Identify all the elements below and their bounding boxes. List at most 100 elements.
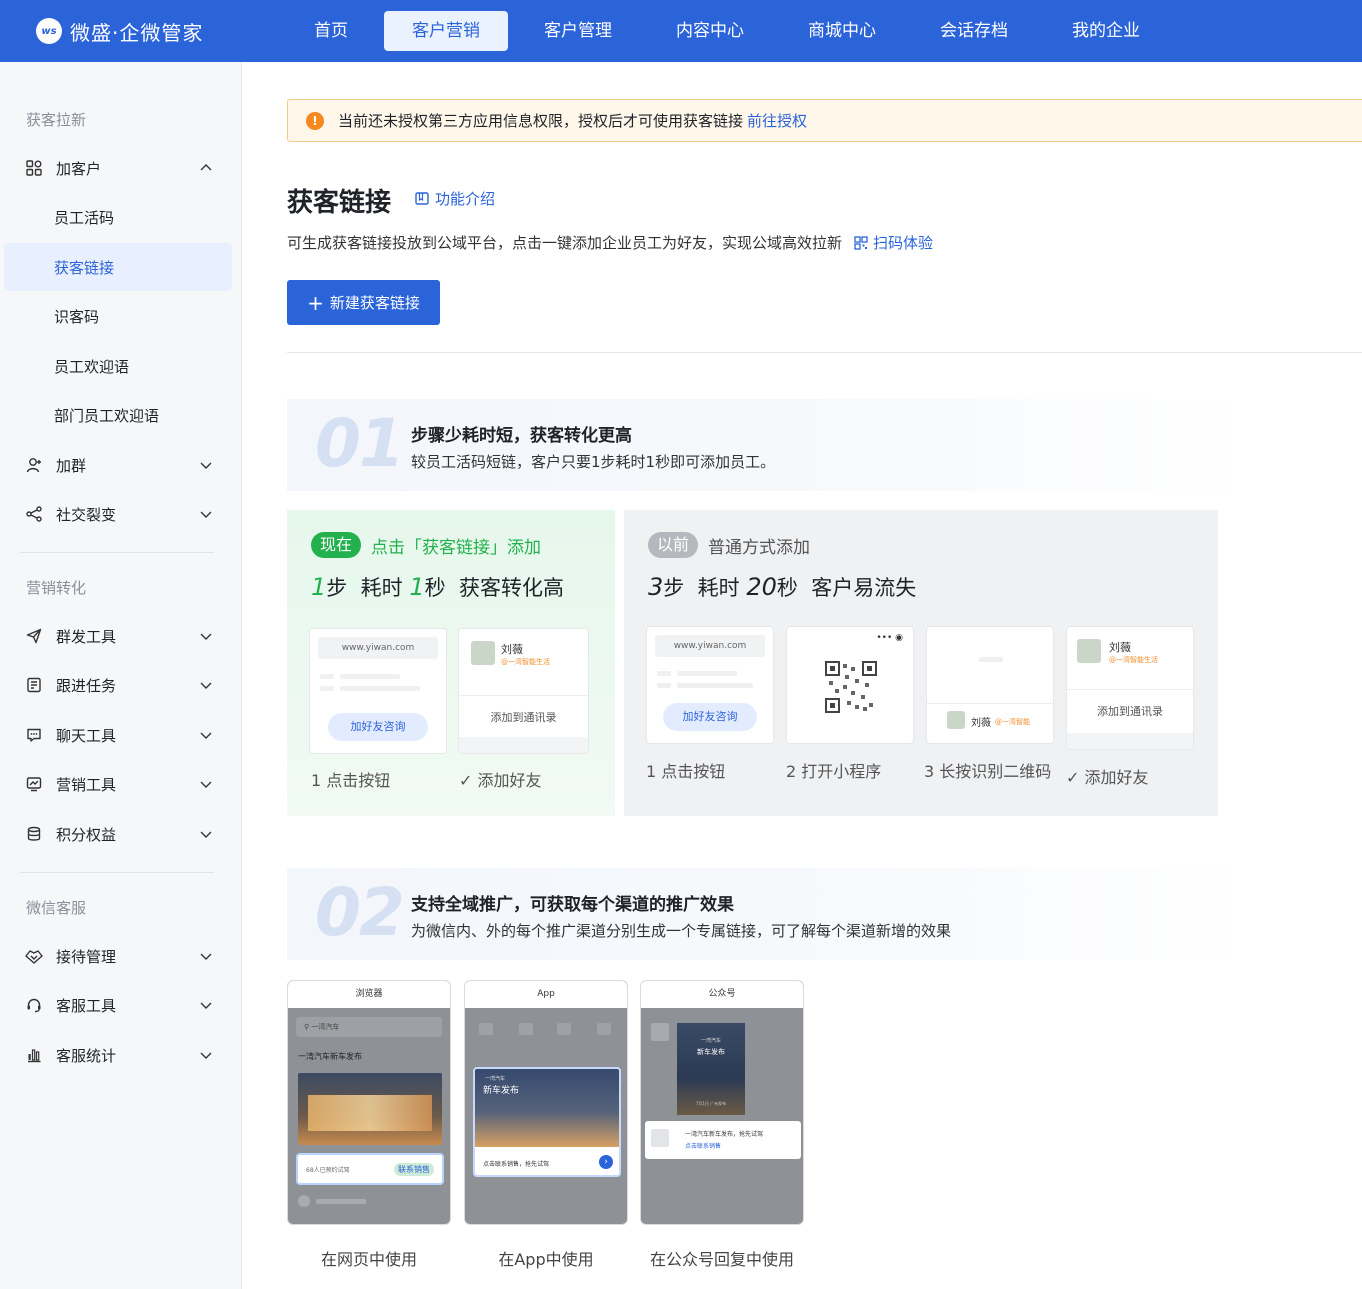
coins-icon: [24, 824, 44, 844]
sidebar-item-service-tools[interactable]: 客服工具: [4, 981, 232, 1029]
old-summary: 3步 耗时 20秒 客户易流失: [648, 572, 916, 602]
task-list-icon: [24, 675, 44, 695]
phone-official-account-mockup: 公众号 一湾汽车 新车发布 7月1日 广州发布 一湾汽车新车发布，抢先试驾 点击…: [640, 980, 804, 1225]
now-title-text: 点击「获客链接」添加: [371, 537, 542, 558]
handshake-icon: [24, 946, 44, 966]
placeholder-bar: [979, 657, 1003, 662]
sidebar-item-add-customer[interactable]: 加客户: [4, 144, 232, 192]
nav-session-archive[interactable]: 会话存档: [912, 11, 1036, 51]
sidebar-item-label: 员工活码: [54, 208, 115, 227]
sidebar-item-acquisition-link[interactable]: 获客链接: [4, 243, 232, 291]
contact-name: 刘薇: [1109, 641, 1131, 654]
booking-count-text: 68人已预约试驾: [306, 1167, 350, 1174]
old-caption-click: 1 点击按钮: [646, 762, 726, 781]
now-seconds-count: 1: [409, 573, 425, 601]
chevron-down-icon: [200, 1052, 212, 1059]
placeholder-bar: [677, 671, 737, 676]
main-nav: 首页 客户营销 客户管理 内容中心 商城中心 会话存档 我的企业: [286, 0, 1176, 62]
now-caption-click: 1 点击按钮: [311, 771, 391, 790]
chevron-down-icon: [200, 633, 212, 640]
scan-label: 扫码体验: [873, 234, 934, 252]
add-friend-button: 加好友咨询: [328, 713, 428, 741]
scan-experience-link[interactable]: 扫码体验: [854, 232, 933, 253]
sidebar-item-label: 营销工具: [56, 775, 117, 794]
now-tag: 现在: [311, 532, 362, 558]
now-title: 现在 点击「获客链接」添加: [311, 532, 541, 558]
account-avatar: [651, 1023, 669, 1041]
sidebar-item-reception[interactable]: 接待管理: [4, 932, 232, 980]
sidebar-item-staff-qrcode[interactable]: 员工活码: [4, 193, 232, 241]
sidebar-item-label: 部门员工欢迎语: [54, 406, 160, 425]
car-icon: [479, 1023, 493, 1035]
contact-company: @一湾智能: [995, 718, 1030, 726]
sidebar-item-follow-task[interactable]: 跟进任务: [4, 661, 232, 709]
nav-customer-marketing[interactable]: 客户营销: [384, 11, 508, 51]
contact-company: @一湾智能生活: [1109, 656, 1158, 664]
sidebar-item-social-fission[interactable]: 社交裂变: [4, 490, 232, 538]
book-icon: [415, 191, 429, 205]
sidebar-item-chat-tools[interactable]: 聊天工具: [4, 711, 232, 759]
phone-header: App: [465, 981, 627, 1008]
nav-my-company[interactable]: 我的企业: [1044, 11, 1168, 51]
placeholder-bar: [340, 686, 420, 691]
apps-icon: [597, 1023, 611, 1035]
now-steps-count: 1: [311, 573, 327, 601]
nav-mall-center[interactable]: 商城中心: [780, 11, 904, 51]
contact-name: 刘薇: [971, 718, 991, 729]
sidebar-group-wechat-service: 微信客服: [26, 899, 87, 917]
sidebar-item-identify-code[interactable]: 识客码: [4, 292, 232, 340]
old-seconds-label: 秒 客户易流失: [776, 576, 917, 600]
sidebar-item-marketing-tools[interactable]: 营销工具: [4, 760, 232, 808]
feature-intro-link[interactable]: 功能介绍: [414, 188, 495, 209]
now-caption-add-friend: ✓ 添加好友: [459, 771, 542, 790]
chevron-up-icon: [200, 164, 212, 171]
sidebar-item-points[interactable]: 积分权益: [4, 810, 232, 858]
sidebar-item-service-stats[interactable]: 客服统计: [4, 1031, 232, 1079]
logo[interactable]: ws 微盛·企微管家: [36, 17, 286, 46]
sidebar-item-label: 积分权益: [56, 825, 117, 844]
chat-icon: [24, 725, 44, 745]
new-acquisition-link-button[interactable]: + 新建获客链接: [287, 280, 440, 325]
article-title: 一湾汽车新车发布: [298, 1052, 362, 1061]
sidebar-item-dept-welcome[interactable]: 部门员工欢迎语: [4, 391, 232, 439]
add-to-contacts-label: 添加到通讯录: [490, 711, 557, 724]
nav-customer-management[interactable]: 客户管理: [516, 11, 640, 51]
sidebar-item-label: 识客码: [54, 307, 100, 326]
step-01-header: 01 步骤少耗时短，获客转化更高 较员工活码短链，客户只要1步耗时1秒即可添加员…: [287, 399, 1257, 491]
sidebar: 获客拉新 加客户 员工活码 获客链接 识客码 员工欢迎语 部门员工欢迎语 加群 …: [0, 62, 242, 1289]
bar-chart-icon: [24, 1045, 44, 1065]
sidebar-item-mass-send[interactable]: 群发工具: [4, 612, 232, 660]
showroom-glass: [308, 1095, 432, 1131]
chart-icon: [519, 1023, 533, 1035]
placeholder-bar: [316, 1199, 366, 1204]
old-caption-open-miniprogram: 2 打开小程序: [786, 762, 882, 781]
info-icon: !: [306, 111, 324, 130]
divider: [927, 703, 1053, 704]
page-description: 可生成获客链接投放到公域平台，点击一键添加企业员工为好友，实现公域高效拉新 扫码…: [287, 232, 933, 253]
logo-icon: ws: [36, 18, 62, 44]
contact-name: 刘薇: [501, 643, 523, 656]
url-bar: www.yiwan.com: [655, 635, 765, 657]
share-icon: [24, 504, 44, 524]
now-steps-label: 步 耗时: [326, 576, 410, 600]
add-friend-button: 加好友咨询: [663, 703, 757, 731]
contact-company: @一湾智能生活: [501, 658, 550, 666]
sidebar-item-label: 群发工具: [56, 627, 117, 646]
chevron-down-icon: [200, 682, 212, 689]
app-name: 微盛·企微管家: [70, 20, 204, 45]
nav-home[interactable]: 首页: [286, 11, 376, 51]
avatar: [1077, 639, 1101, 663]
sidebar-item-label: 客服工具: [56, 996, 117, 1015]
sidebar-item-staff-welcome[interactable]: 员工欢迎语: [4, 342, 232, 390]
now-card-webpage: www.yiwan.com 加好友咨询: [309, 628, 447, 754]
app-banner-card: 一湾汽车 新车发布 点击联系销售，抢先试驾 ›: [473, 1067, 621, 1177]
now-seconds-label: 秒 获客转化高: [424, 576, 564, 600]
message-avatar: [651, 1129, 669, 1147]
placeholder-bar: [459, 737, 588, 753]
nav-content-center[interactable]: 内容中心: [648, 11, 772, 51]
video-icon: [557, 1023, 571, 1035]
sidebar-item-add-group[interactable]: 加群: [4, 441, 232, 489]
sidebar-item-label: 跟进任务: [56, 676, 117, 695]
authorize-link[interactable]: 前往授权: [747, 110, 807, 131]
comparison-now: 现在 点击「获客链接」添加 1步 耗时 1秒 获客转化高 www.yiwan.c…: [287, 510, 615, 816]
